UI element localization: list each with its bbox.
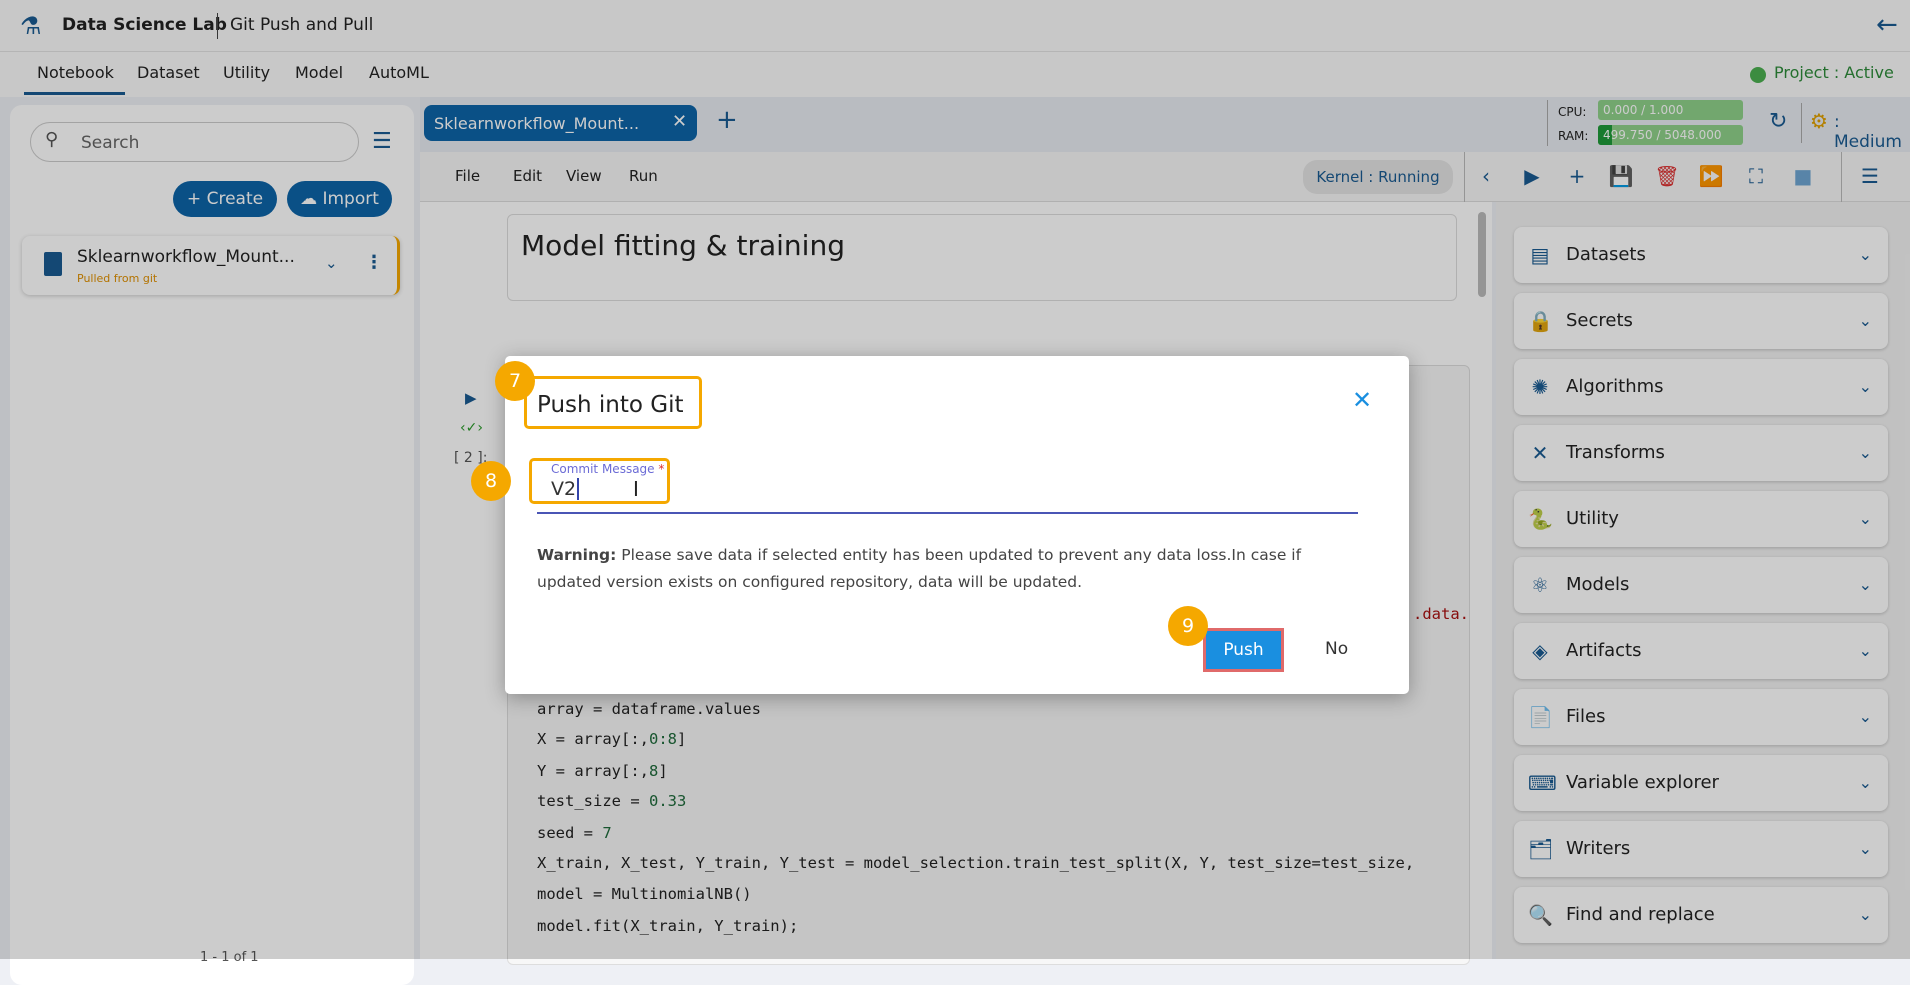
no-button[interactable]: No bbox=[1325, 639, 1348, 659]
warning-label: Warning: bbox=[537, 546, 617, 564]
commit-message-label: Commit Message * bbox=[551, 462, 664, 476]
step-badge-7: 7 bbox=[495, 361, 535, 401]
required-mark: * bbox=[658, 462, 665, 476]
close-icon[interactable]: ✕ bbox=[1352, 386, 1372, 414]
label-text: Commit Message bbox=[551, 462, 655, 476]
text-cursor-icon: I bbox=[633, 477, 639, 501]
dialog-title: Push into Git bbox=[537, 392, 684, 418]
push-button[interactable]: Push bbox=[1203, 628, 1284, 672]
step-badge-8: 8 bbox=[471, 461, 511, 501]
input-underline bbox=[537, 512, 1358, 514]
warning-body: Please save data if selected entity has … bbox=[537, 546, 1302, 591]
push-git-dialog: Push into Git ✕ Commit Message * V2 I Wa… bbox=[505, 356, 1409, 694]
commit-message-input[interactable]: V2 bbox=[551, 478, 580, 500]
warning-text: Warning: Please save data if selected en… bbox=[537, 542, 1337, 596]
step-badge-9: 9 bbox=[1168, 606, 1208, 646]
